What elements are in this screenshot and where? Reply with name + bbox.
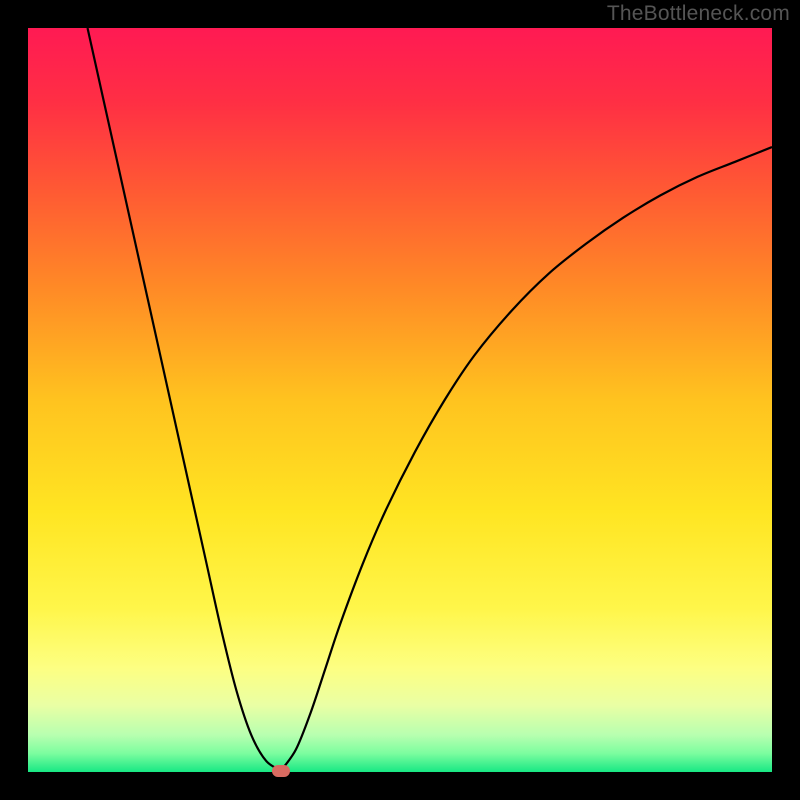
plot-area [28,28,772,772]
watermark-text: TheBottleneck.com [607,2,790,26]
chart-svg [28,28,772,772]
minimum-marker [272,765,290,777]
chart-frame: TheBottleneck.com [0,0,800,800]
gradient-rect [28,28,772,772]
